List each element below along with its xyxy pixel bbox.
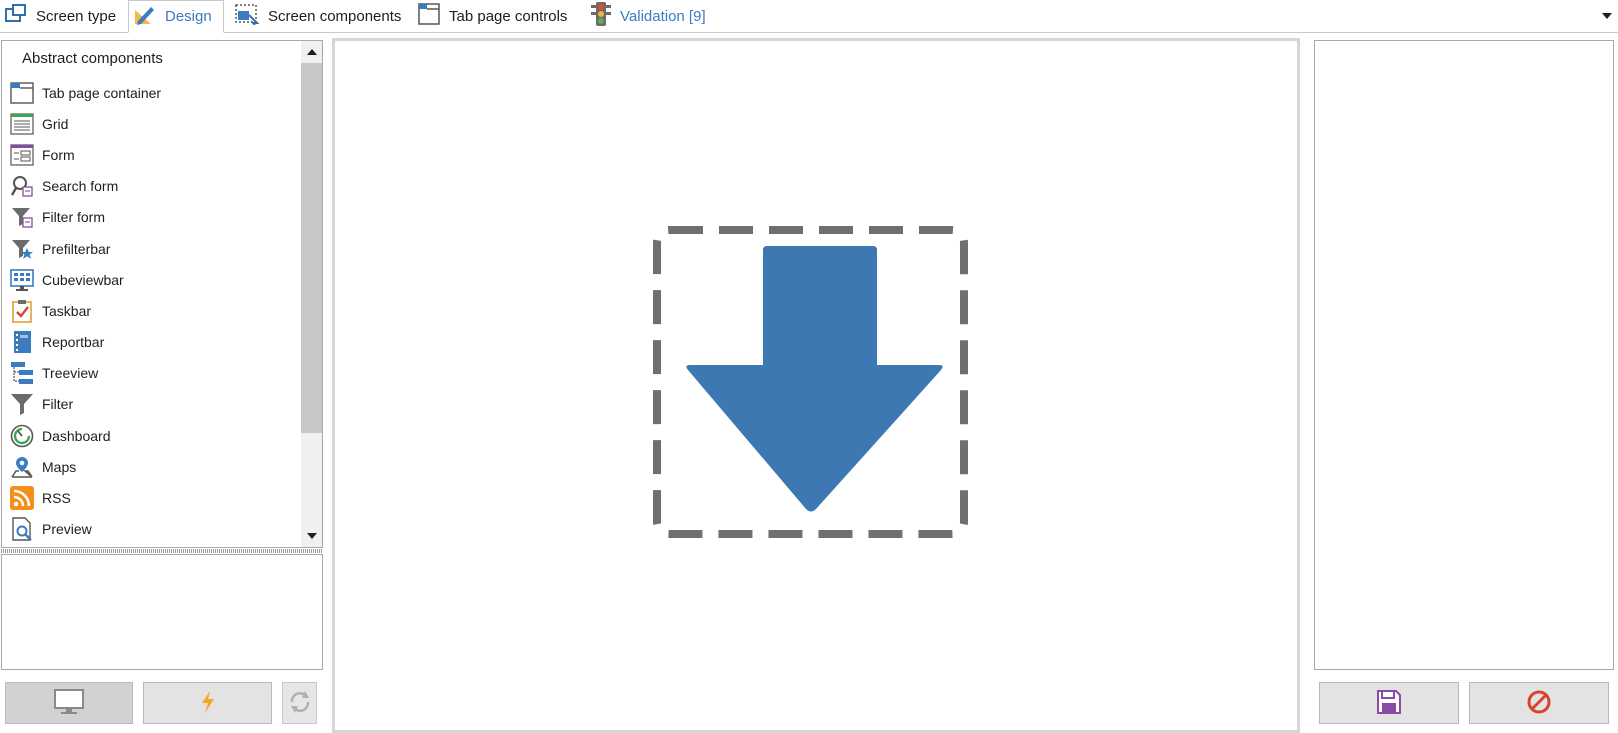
filter-form-icon — [9, 204, 35, 230]
list-item-label: RSS — [42, 490, 71, 507]
list-item-label: Dashboard — [42, 427, 111, 444]
design-canvas[interactable] — [332, 38, 1300, 733]
treeview-icon — [9, 360, 35, 386]
list-item[interactable]: Prefilterbar — [2, 233, 302, 264]
prefilterbar-icon — [9, 236, 35, 262]
list-item-label: Filter form — [42, 209, 105, 226]
components-list: Tab page container Grid Form Search form… — [2, 77, 302, 545]
maps-icon — [9, 454, 35, 480]
tab-page-controls-icon — [417, 2, 449, 30]
list-item[interactable]: Form — [2, 139, 302, 170]
cancel-icon — [1526, 689, 1552, 718]
monitor-button[interactable] — [5, 682, 133, 724]
grid-icon — [9, 111, 35, 137]
components-scrollbar[interactable] — [301, 41, 322, 547]
list-item[interactable]: Filter form — [2, 202, 302, 233]
list-item-label: Form — [42, 146, 75, 163]
component-description-box — [1, 554, 323, 670]
save-button[interactable] — [1319, 682, 1459, 724]
tab-label: Design — [165, 8, 212, 25]
filter-icon — [9, 391, 35, 417]
preview-icon — [9, 516, 35, 542]
list-item[interactable]: Filter — [2, 389, 302, 420]
tab-screen-components[interactable]: Screen components — [230, 0, 402, 32]
tab-tab-page-controls[interactable]: Tab page controls — [413, 0, 581, 32]
save-icon — [1376, 689, 1402, 718]
panel-splitter[interactable] — [1, 549, 323, 553]
design-pencil-icon — [133, 4, 165, 30]
list-item-label: Reportbar — [42, 334, 105, 351]
list-item-label: Preview — [42, 521, 92, 538]
list-item-label: Search form — [42, 178, 119, 195]
dashboard-icon — [9, 423, 35, 449]
list-item-label: Cubeviewbar — [42, 271, 124, 288]
list-item-label: Treeview — [42, 365, 99, 382]
list-item[interactable]: Dashboard — [2, 420, 302, 451]
generate-button[interactable] — [143, 682, 272, 724]
list-item-label: Taskbar — [42, 302, 92, 319]
scroll-thumb[interactable] — [301, 63, 322, 433]
tab-label: Screen components — [268, 7, 402, 25]
list-item[interactable]: Taskbar — [2, 295, 302, 326]
list-item-label: Tab page container — [42, 84, 162, 101]
list-item-label: Maps — [42, 458, 77, 475]
list-item-label: Grid — [42, 115, 69, 132]
traffic-light-icon — [590, 1, 620, 31]
search-form-icon — [9, 173, 35, 199]
taskbar-icon — [9, 298, 35, 324]
tab-label: Screen type — [36, 7, 117, 25]
scroll-up-icon[interactable] — [307, 49, 317, 55]
lightning-icon — [198, 690, 218, 717]
monitor-icon — [53, 688, 85, 719]
components-panel: Abstract components Tab page container G… — [1, 40, 323, 548]
tab-design[interactable]: Design — [128, 0, 224, 33]
tab-label: Tab page controls — [449, 7, 568, 25]
list-item[interactable]: Search form — [2, 171, 302, 202]
cancel-button[interactable] — [1469, 682, 1609, 724]
tab-validation[interactable]: Validation [9] — [586, 0, 721, 32]
tab-label: Validation [9] — [620, 7, 706, 25]
form-icon — [9, 142, 35, 168]
list-item[interactable]: Reportbar — [2, 327, 302, 358]
refresh-button[interactable] — [282, 682, 317, 724]
rss-icon — [9, 485, 35, 511]
tab-screen-type[interactable]: Screen type — [0, 0, 124, 32]
list-item[interactable]: Maps — [2, 451, 302, 482]
tab-overflow-dropdown-icon[interactable] — [1602, 13, 1612, 19]
list-item[interactable]: Tab page container — [2, 77, 302, 108]
tab-strip: Screen type Design Screen components Tab… — [0, 0, 1618, 33]
properties-panel — [1314, 40, 1614, 670]
list-item[interactable]: RSS — [2, 482, 302, 513]
list-item[interactable]: Cubeviewbar — [2, 264, 302, 295]
components-panel-header: Abstract components — [22, 50, 163, 67]
drop-here-arrow-icon — [653, 226, 968, 538]
list-item[interactable]: Treeview — [2, 358, 302, 389]
screen-type-icon — [4, 3, 36, 29]
reportbar-icon — [9, 329, 35, 355]
list-item-label: Filter — [42, 396, 74, 413]
screen-components-icon — [234, 3, 268, 29]
scroll-down-icon[interactable] — [307, 533, 317, 539]
list-item-label: Prefilterbar — [42, 240, 111, 257]
list-item[interactable]: Grid — [2, 108, 302, 139]
cubeviewbar-icon — [9, 267, 35, 293]
tab-page-container-icon — [9, 80, 35, 106]
refresh-icon — [287, 689, 313, 718]
list-item[interactable]: Preview — [2, 514, 302, 545]
